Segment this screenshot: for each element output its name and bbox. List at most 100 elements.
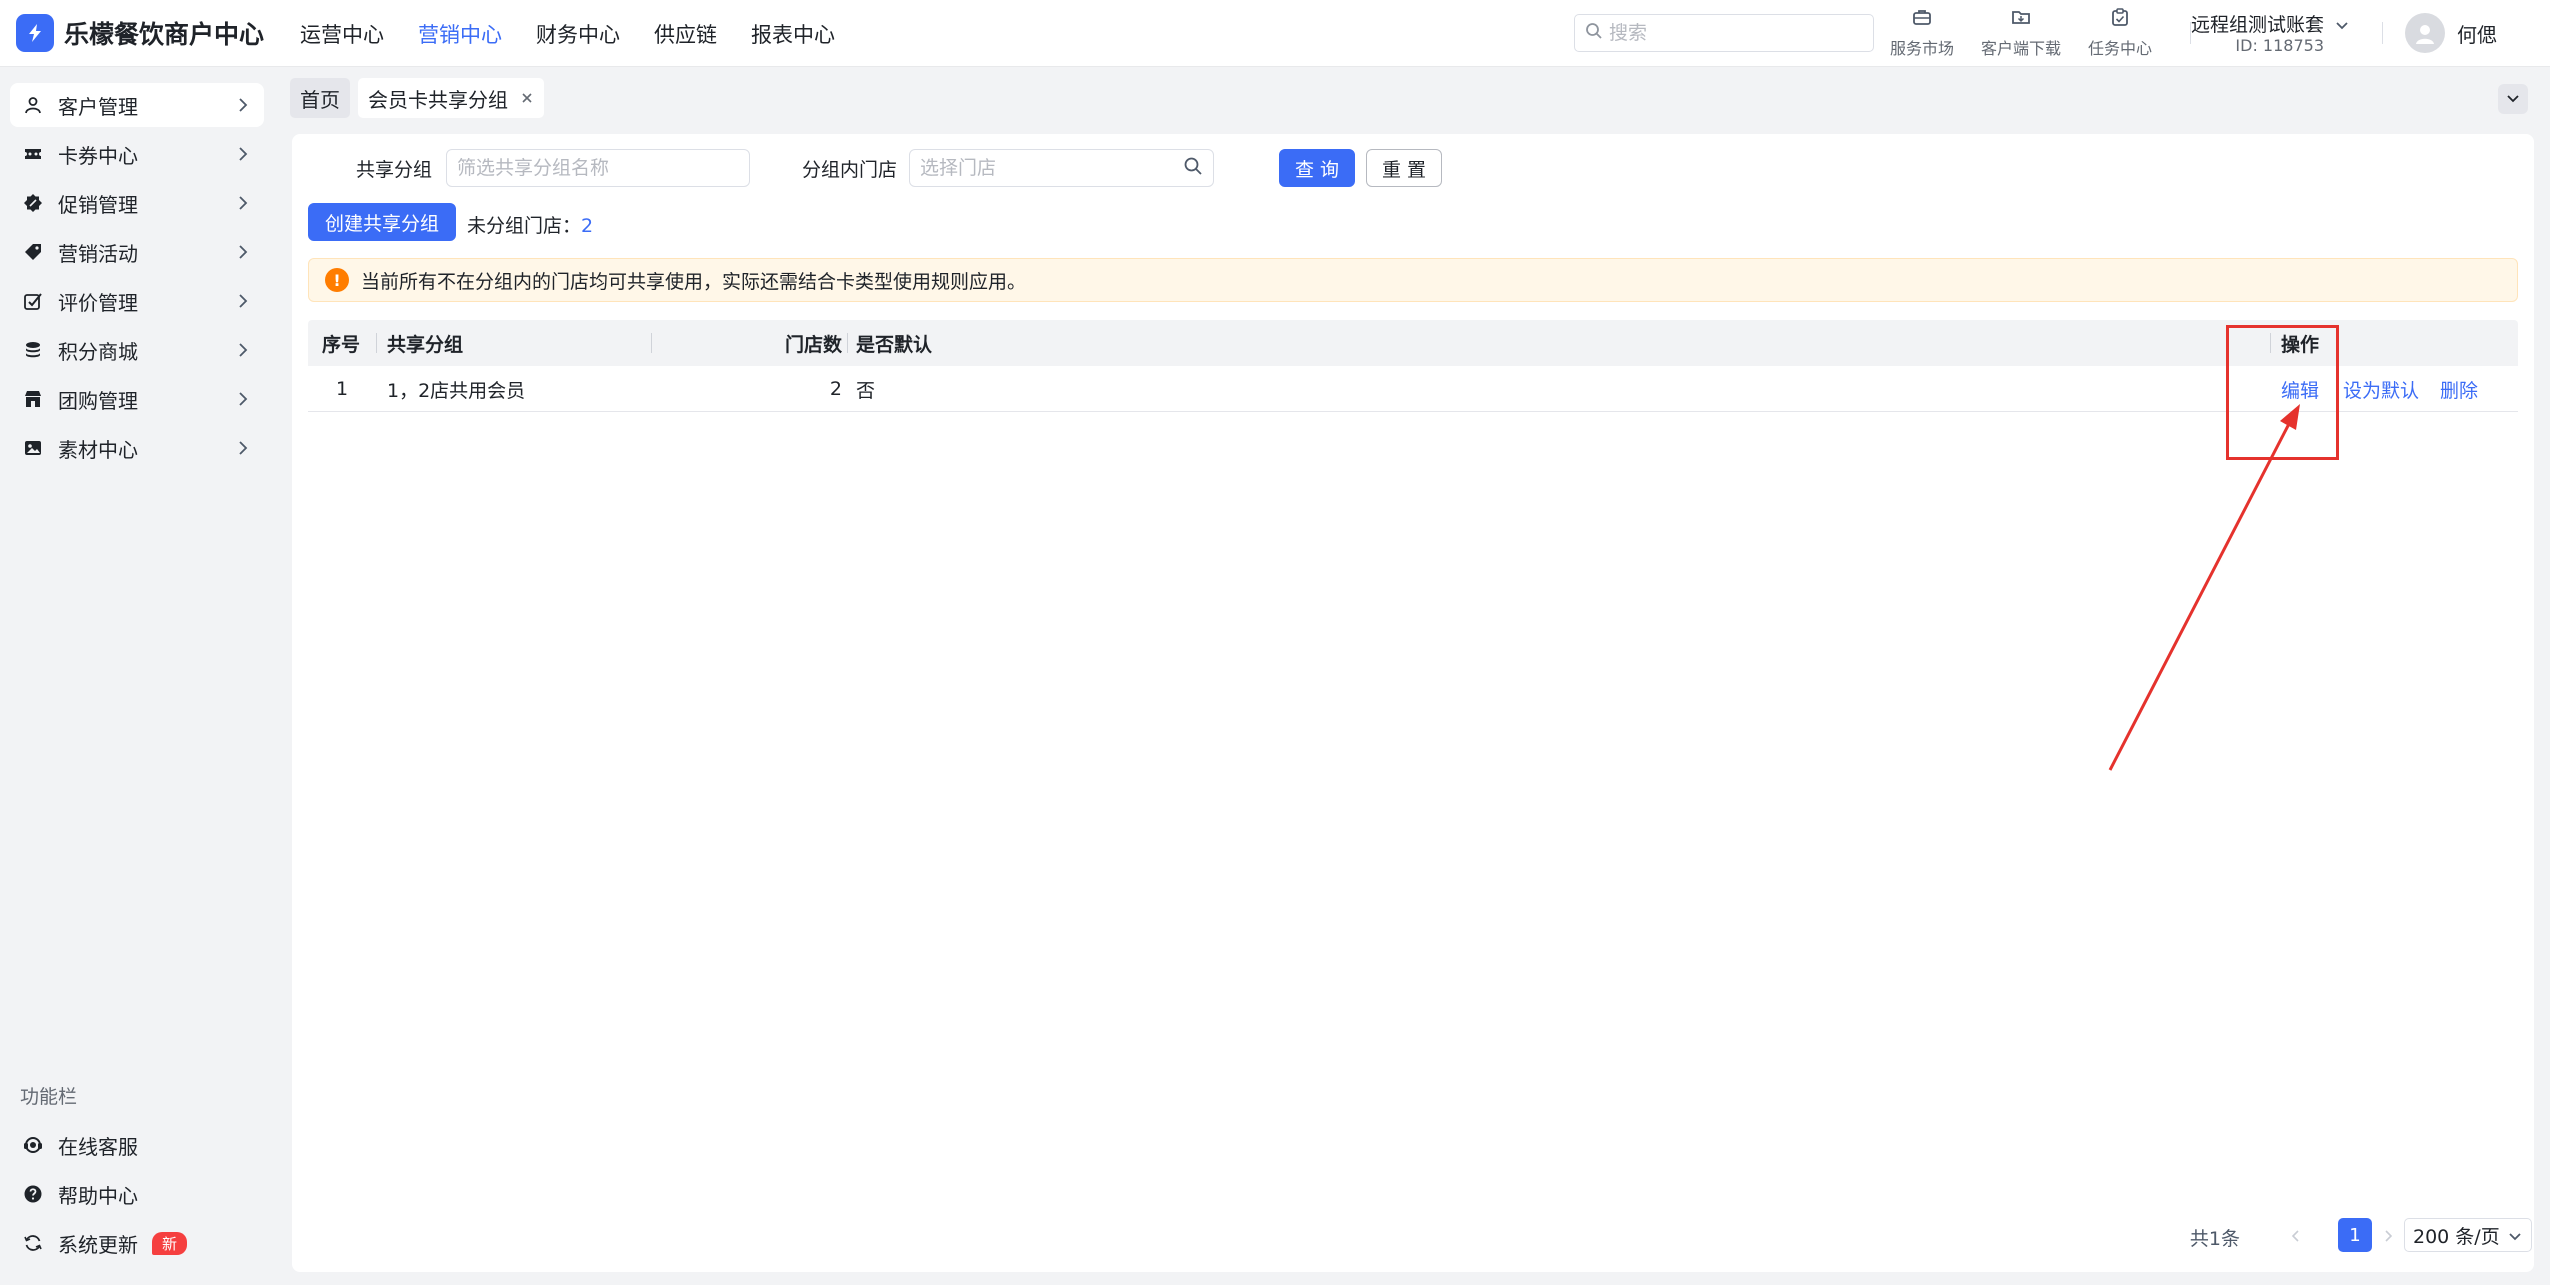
cell-index: 1: [336, 378, 349, 400]
top-nav: 运营中心 营销中心 财务中心 供应链 报表中心: [300, 0, 869, 67]
search-icon: [1183, 156, 1203, 181]
cell-store-count: 2: [829, 378, 842, 400]
service-market-button[interactable]: 服务市场: [1877, 7, 1967, 59]
header-actions: 操作: [2281, 333, 2320, 356]
sidebar-item-customers[interactable]: 客户管理: [10, 83, 264, 127]
sidebar-item-label: 帮助中心: [58, 1183, 138, 1208]
shared-group-table: 序号 共享分组 门店数 是否默认 操作 1 1，2店共用会员 2 否 编辑 设为…: [308, 320, 2518, 412]
query-button[interactable]: 查 询: [1279, 149, 1355, 187]
task-center-label: 任务中心: [2087, 39, 2152, 58]
new-badge: 新: [152, 1231, 188, 1255]
sidebar-item-coupons[interactable]: 卡券中心: [10, 132, 264, 176]
sidebar-item-label: 团购管理: [58, 388, 138, 413]
header-group: 共享分组: [387, 333, 464, 356]
headset-icon: [22, 1134, 44, 1156]
search-icon: [1585, 21, 1603, 45]
chevron-right-icon: [234, 144, 252, 168]
discount-icon: [22, 192, 44, 214]
sidebar-item-label: 营销活动: [58, 241, 138, 266]
refresh-icon: [22, 1232, 44, 1254]
topnav-finance[interactable]: 财务中心: [536, 19, 620, 49]
sidebar-item-online-support[interactable]: 在线客服: [10, 1123, 264, 1167]
tag-icon: [22, 241, 44, 263]
chevron-right-icon: [234, 340, 252, 364]
client-download-label: 客户端下载: [1980, 39, 2061, 58]
page-tabs: 首页 会员卡共享分组: [290, 78, 552, 118]
service-market-label: 服务市场: [1889, 39, 1954, 58]
close-icon[interactable]: [520, 91, 534, 105]
topnav-marketing[interactable]: 营销中心: [418, 19, 502, 49]
page-button-1[interactable]: 1: [2338, 1218, 2372, 1252]
topnav-operations[interactable]: 运营中心: [300, 19, 384, 49]
sidebar-item-label: 评价管理: [58, 290, 138, 315]
chevron-down-icon: [2507, 1227, 2523, 1249]
page-size-select[interactable]: 200 条/页: [2404, 1218, 2532, 1252]
column-divider: [651, 333, 652, 353]
ungrouped-stores-count[interactable]: 2: [581, 215, 593, 237]
app-logo[interactable]: 乐檬餐饮商户中心: [16, 14, 264, 52]
pagination-total: 共1条: [2189, 1228, 2240, 1250]
search-input[interactable]: [1609, 22, 1859, 44]
sidebar-item-help-center[interactable]: 帮助中心: [10, 1172, 264, 1216]
account-switcher[interactable]: 远程组测试账套 ID: 118753: [2191, 8, 2350, 60]
topnav-reports[interactable]: 报表中心: [751, 19, 835, 49]
function-bar-label: 功能栏: [20, 1086, 78, 1108]
table-header: 序号 共享分组 门店数 是否默认 操作: [308, 320, 2518, 366]
main-content: 共享分组 分组内门店 查 询 重 置 创建共享分组 未分组门店：2 ! 当前所有…: [292, 134, 2534, 1272]
top-bar: 乐檬餐饮商户中心 运营中心 营销中心 财务中心 供应链 报表中心 服务市场 客户…: [0, 0, 2550, 67]
tabs-dropdown-button[interactable]: [2498, 84, 2528, 114]
store-select[interactable]: [909, 149, 1214, 187]
logo-icon: [16, 14, 54, 52]
chevron-down-icon: [2505, 87, 2521, 111]
column-divider: [847, 333, 848, 353]
sidebar-item-promotions[interactable]: 促销管理: [10, 181, 264, 225]
alert-text: 当前所有不在分组内的门店均可共享使用，实际还需结合卡类型使用规则应用。: [361, 270, 1027, 293]
user-icon: [22, 94, 44, 116]
sidebar-item-campaigns[interactable]: 营销活动: [10, 230, 264, 274]
next-page-icon[interactable]: [2378, 1224, 2398, 1248]
tab-label: 会员卡共享分组: [368, 87, 508, 112]
sidebar-item-group-buying[interactable]: 团购管理: [10, 377, 264, 421]
group-filter-field[interactable]: [446, 149, 750, 187]
group-filter-input[interactable]: [457, 157, 739, 179]
set-default-link[interactable]: 设为默认: [2343, 366, 2419, 412]
tab-home[interactable]: 首页: [290, 78, 350, 118]
store-filter-label: 分组内门店: [802, 159, 898, 181]
sidebar-item-label: 客户管理: [58, 94, 138, 119]
global-search[interactable]: [1574, 14, 1874, 52]
prev-page-icon[interactable]: [2286, 1224, 2306, 1248]
user-menu[interactable]: 何偲: [2405, 12, 2497, 54]
warning-icon: !: [325, 268, 349, 292]
task-center-button[interactable]: 任务中心: [2075, 7, 2165, 59]
column-divider: [376, 333, 377, 353]
sidebar-item-label: 积分商城: [58, 339, 138, 364]
delete-link[interactable]: 删除: [2440, 366, 2478, 412]
sidebar-item-label: 素材中心: [58, 437, 138, 462]
divider: [2382, 22, 2383, 44]
sidebar-item-materials[interactable]: 素材中心: [10, 426, 264, 470]
store-select-input[interactable]: [920, 157, 1183, 179]
review-icon: [22, 290, 44, 312]
chevron-right-icon: [234, 95, 252, 119]
reset-button[interactable]: 重 置: [1366, 149, 1442, 187]
ungrouped-stores-label: 未分组门店：: [467, 215, 582, 237]
sidebar-item-label: 促销管理: [58, 192, 138, 217]
sidebar: 客户管理 卡券中心 促销管理 营销活动 评价管理 积分商城 团购管理 素材中心 …: [0, 68, 274, 1285]
avatar: [2405, 13, 2445, 53]
chevron-right-icon: [234, 291, 252, 315]
briefcase-icon: [1912, 7, 1932, 32]
sidebar-item-points-mall[interactable]: 积分商城: [10, 328, 264, 372]
sidebar-item-reviews[interactable]: 评价管理: [10, 279, 264, 323]
sidebar-item-system-update[interactable]: 系统更新 新: [10, 1221, 264, 1265]
edit-link[interactable]: 编辑: [2281, 366, 2319, 412]
table-row: 1 1，2店共用会员 2 否 编辑 设为默认 删除: [308, 366, 2518, 412]
ungrouped-stores: 未分组门店：2: [467, 211, 593, 238]
client-download-button[interactable]: 客户端下载: [1976, 7, 2066, 59]
user-name: 何偲: [2457, 22, 2497, 47]
header-index: 序号: [322, 333, 361, 356]
topnav-supply-chain[interactable]: 供应链: [654, 19, 717, 49]
tab-member-card-groups[interactable]: 会员卡共享分组: [358, 78, 544, 118]
chevron-right-icon: [234, 438, 252, 462]
create-shared-group-button[interactable]: 创建共享分组: [308, 203, 456, 241]
app-title: 乐檬餐饮商户中心: [64, 20, 265, 49]
